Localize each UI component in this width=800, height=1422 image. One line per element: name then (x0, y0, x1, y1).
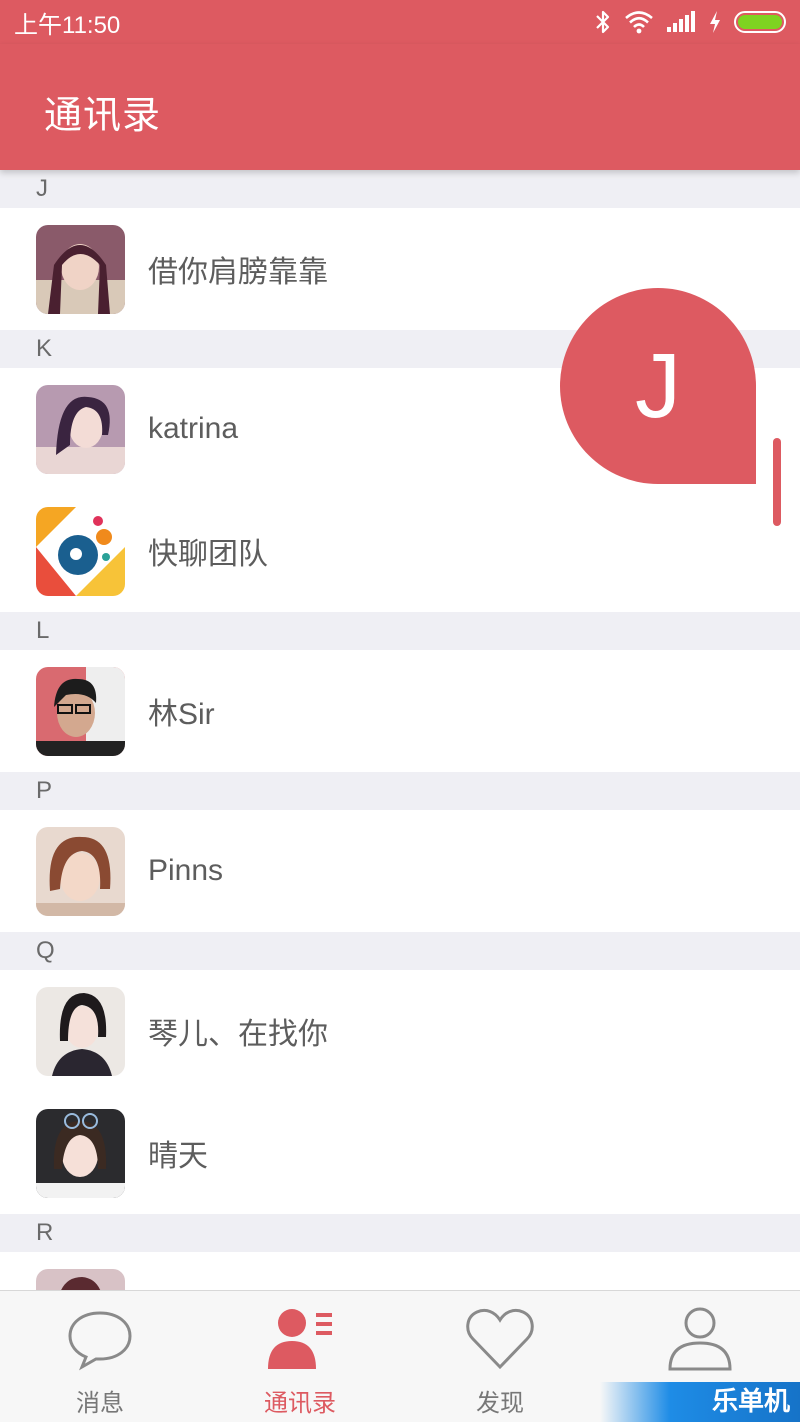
section-header-j: J (0, 170, 800, 208)
section-header-l: L (0, 612, 800, 650)
avatar (36, 1268, 125, 1290)
contact-name: katrina (148, 412, 239, 445)
chat-bubble-icon (68, 1311, 132, 1371)
section-header-q: Q (0, 932, 800, 970)
tab-label: 通讯录 (264, 1389, 336, 1417)
avatar (36, 986, 125, 1076)
bluetooth-icon (596, 10, 610, 34)
contact-name: 晴天 (148, 1140, 208, 1173)
tab-contacts[interactable]: 通讯录 (200, 1291, 400, 1422)
avatar (36, 224, 125, 314)
contact-name: 琴儿、在找你 (148, 1018, 328, 1051)
contact-row[interactable]: Pinns (0, 810, 800, 932)
tab-label: 发现 (476, 1389, 524, 1417)
tab-label: 消息 (76, 1389, 124, 1417)
wifi-icon (625, 11, 653, 34)
tab-discover[interactable]: 发现 (400, 1291, 600, 1422)
avatar (36, 826, 125, 916)
avatar (36, 666, 125, 756)
signal-icon (667, 11, 695, 32)
avatar (36, 1108, 125, 1198)
contact-row[interactable] (0, 1252, 800, 1290)
watermark-logo: 乐单机 (600, 1382, 800, 1422)
status-bar: 上午11:50 (0, 0, 800, 44)
contact-row[interactable]: 晴天 (0, 1092, 800, 1214)
person-icon (668, 1307, 732, 1371)
charging-icon (710, 11, 720, 33)
section-header-r: R (0, 1214, 800, 1252)
contact-name: Pinns (148, 854, 224, 887)
section-header-p: P (0, 772, 800, 810)
status-time: 上午11:50 (14, 11, 121, 39)
status-icons (594, 9, 786, 35)
contact-row[interactable]: 快聊团队 (0, 490, 800, 612)
index-letter-bubble: J (560, 288, 756, 484)
contacts-icon (268, 1309, 332, 1369)
avatar (36, 506, 125, 596)
heart-icon (466, 1308, 534, 1370)
scroll-indicator[interactable] (773, 438, 781, 526)
contact-name: 快聊团队 (148, 538, 268, 571)
avatar (36, 384, 125, 474)
index-letter: J (635, 334, 681, 437)
contact-row[interactable]: 林Sir (0, 650, 800, 772)
contact-row[interactable]: 琴儿、在找你 (0, 970, 800, 1092)
app-header: 通讯录 (0, 44, 800, 170)
tab-messages[interactable]: 消息 (0, 1291, 200, 1422)
contact-name: 借你肩膀靠靠 (148, 256, 328, 289)
battery-icon (734, 11, 786, 33)
contact-name: 林Sir (148, 698, 215, 731)
page-title: 通讯录 (44, 93, 162, 137)
battery-fill (738, 15, 782, 29)
